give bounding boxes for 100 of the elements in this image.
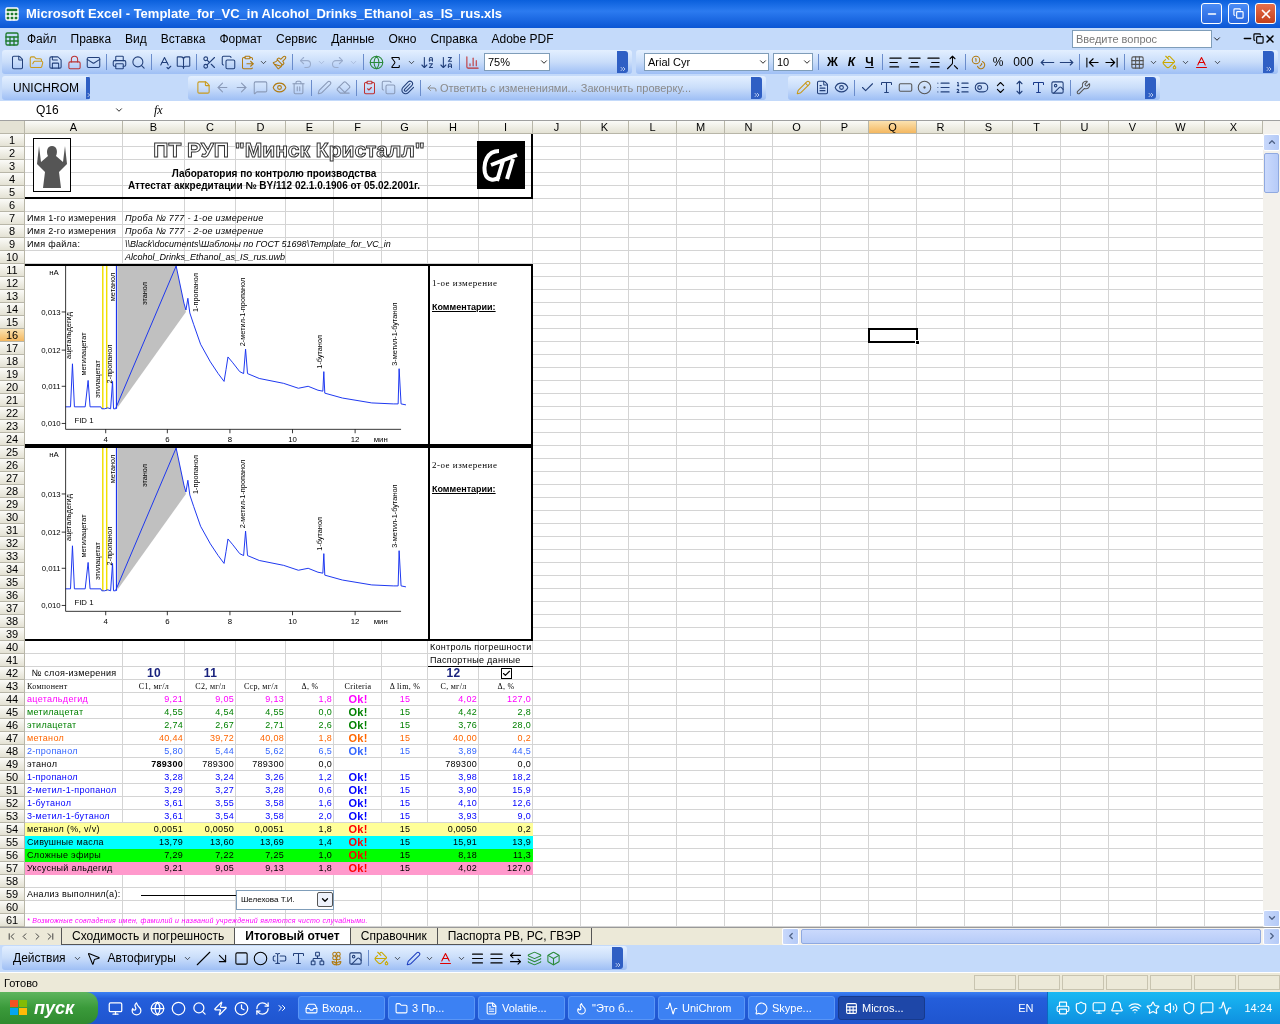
excel-icon[interactable]	[4, 30, 20, 47]
scroll-up-button[interactable]	[1263, 133, 1280, 151]
autoshapes-button[interactable]: Автофигуры	[104, 951, 179, 966]
analyst-dropdown[interactable]: Шелехова Т.И.	[236, 889, 334, 910]
print-preview-icon[interactable]	[131, 54, 146, 70]
text-field-icon[interactable]	[879, 80, 894, 96]
quick-launch-icon[interactable]	[129, 1000, 144, 1016]
toolbar-options-button[interactable]	[751, 76, 762, 99]
chart-icon[interactable]	[465, 54, 480, 70]
dash-style-icon[interactable]	[488, 950, 504, 966]
toolbar-options-button[interactable]	[1263, 51, 1274, 74]
paste-icon[interactable]	[240, 54, 255, 70]
menu-item[interactable]: Сервис	[269, 29, 325, 48]
vertical-scrollbar[interactable]	[1263, 120, 1280, 927]
merge-cells-icon[interactable]	[944, 54, 960, 70]
language-indicator[interactable]: EN	[1004, 1002, 1048, 1014]
tray-icon[interactable]	[1164, 1001, 1179, 1015]
quick-launch-icon[interactable]	[108, 1000, 123, 1016]
menu-item[interactable]: Adobe PDF	[484, 29, 561, 48]
font-dropdown[interactable]: Arial Cyr	[644, 53, 769, 72]
toolbar-options-button[interactable]	[612, 947, 623, 970]
toolbar-options-button[interactable]	[617, 51, 628, 74]
tray-icon[interactable]	[1218, 1001, 1233, 1015]
menu-item[interactable]: Справка	[423, 29, 485, 48]
email-icon[interactable]	[86, 54, 101, 70]
close-button[interactable]	[1255, 3, 1276, 25]
tray-icon[interactable]	[1110, 1001, 1125, 1015]
function-button[interactable]: fx	[124, 102, 177, 118]
actions-button[interactable]: Действия	[10, 951, 69, 966]
cut-icon[interactable]	[202, 54, 217, 70]
arrow-style-icon[interactable]	[507, 950, 523, 966]
last-sheet-icon[interactable]	[45, 930, 56, 942]
italic-button[interactable]: К	[844, 55, 859, 70]
horizontal-scrollbar[interactable]	[782, 927, 1280, 945]
combo-box-icon[interactable]	[955, 80, 970, 96]
tray-icon[interactable]	[1200, 1001, 1215, 1015]
tray-icon[interactable]	[1182, 1001, 1197, 1015]
taskbar-button[interactable]: Volatile...	[478, 996, 565, 1020]
text-box-icon[interactable]	[271, 950, 287, 966]
more-controls-icon[interactable]	[1076, 80, 1091, 96]
close-icon[interactable]	[1264, 32, 1276, 45]
taskbar-button[interactable]: Micros...	[838, 996, 925, 1020]
more-icon[interactable]	[276, 1002, 288, 1014]
quick-launch-icon[interactable]	[192, 1000, 207, 1016]
taskbar-button[interactable]: UniChrom	[658, 996, 745, 1020]
new-file-icon[interactable]	[10, 54, 25, 70]
menu-item[interactable]: Правка	[63, 29, 119, 48]
align-left-icon[interactable]	[887, 54, 903, 70]
list-box-icon[interactable]	[936, 80, 951, 96]
fill-handle[interactable]	[915, 339, 920, 345]
copy-icon[interactable]	[221, 54, 236, 70]
borders-icon[interactable]	[1130, 54, 1146, 70]
option-button-icon[interactable]	[917, 80, 932, 96]
line-style-icon[interactable]	[469, 950, 485, 966]
font-color-icon[interactable]	[437, 950, 453, 966]
start-button[interactable]: пуск	[0, 992, 98, 1024]
format-painter-icon[interactable]	[272, 54, 287, 70]
cube-icon[interactable]	[545, 950, 561, 966]
taskbar-button[interactable]: Входя...	[298, 996, 385, 1020]
menu-item[interactable]: Данные	[324, 29, 382, 48]
print-icon[interactable]	[112, 54, 127, 70]
name-box[interactable]: Q16	[0, 101, 124, 120]
taskbar-button[interactable]: 3 Пр...	[388, 996, 475, 1020]
sheet-tab[interactable]: Сходимость и погрешность	[61, 927, 236, 945]
wordart-icon[interactable]	[290, 950, 306, 966]
restore-button[interactable]	[1228, 3, 1249, 25]
quick-launch-icon[interactable]	[150, 1000, 165, 1016]
autosum-icon[interactable]	[388, 54, 403, 70]
menu-item[interactable]: Окно	[381, 29, 424, 48]
picture-icon[interactable]	[347, 950, 363, 966]
scroll-thumb[interactable]	[801, 928, 1261, 944]
scroll-thumb[interactable]	[1264, 152, 1279, 193]
restore-icon[interactable]	[1253, 33, 1264, 45]
tray-icon[interactable]	[1056, 1001, 1071, 1015]
line-icon[interactable]	[195, 950, 211, 966]
research-icon[interactable]	[176, 54, 191, 70]
zoom-dropdown[interactable]: 75%	[484, 53, 550, 72]
taskbar-button[interactable]: "Это б...	[568, 996, 655, 1020]
scroll-left-button[interactable]	[782, 927, 799, 945]
menu-item[interactable]: Вид	[118, 29, 154, 48]
sheet-tab[interactable]: Паспорта РВ, РС, ГВЭР	[436, 927, 592, 945]
currency-icon[interactable]	[970, 54, 986, 70]
menu-item[interactable]: Формат	[212, 29, 270, 48]
save-icon[interactable]	[48, 54, 63, 70]
label-icon[interactable]	[1031, 80, 1046, 96]
bold-button[interactable]: Ж	[824, 55, 841, 70]
sort-ascending-icon[interactable]	[420, 54, 435, 70]
toggle-button-icon[interactable]	[974, 80, 989, 96]
percent-button[interactable]: %	[989, 55, 1007, 70]
fill-color-icon[interactable]	[1162, 54, 1178, 70]
quick-launch-icon[interactable]	[171, 1000, 186, 1016]
first-sheet-icon[interactable]	[6, 930, 17, 942]
sort-descending-icon[interactable]	[439, 54, 454, 70]
menu-item[interactable]: Файл	[20, 29, 64, 48]
scroll-right-button[interactable]	[1263, 927, 1280, 945]
font-size-dropdown[interactable]: 10	[773, 53, 813, 72]
help-search-field[interactable]: Введите вопрос	[1072, 29, 1212, 48]
tray-icon[interactable]	[1074, 1001, 1089, 1015]
tray-icon[interactable]	[1128, 1001, 1143, 1015]
toolbar-options-button[interactable]	[1145, 76, 1156, 99]
